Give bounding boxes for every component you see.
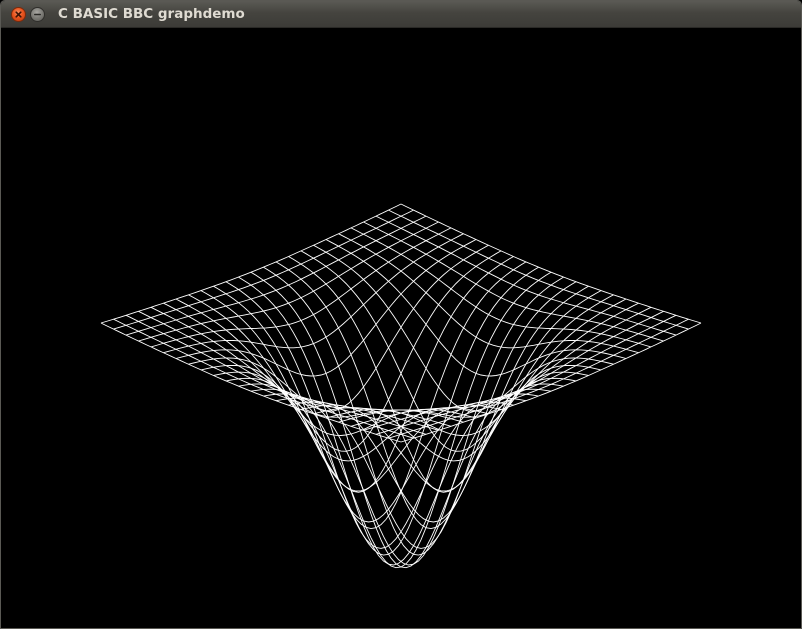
app-window: C BASIC BBC graphdemo: [0, 0, 802, 629]
close-button[interactable]: [11, 7, 26, 22]
titlebar[interactable]: C BASIC BBC graphdemo: [1, 1, 801, 28]
mesh-line-v-4: [350, 227, 652, 348]
mesh-line-u-23: [388, 318, 689, 439]
minimize-icon: [34, 13, 41, 16]
wireframe-mesh: [100, 203, 702, 569]
mesh-line-u-12: [250, 271, 552, 569]
close-icon: [15, 11, 22, 18]
wireframe-surface-plot: [100, 203, 702, 569]
mesh-line-v-0: [400, 203, 702, 324]
mesh-line-v-3: [363, 221, 664, 342]
window-title: C BASIC BBC graphdemo: [58, 6, 245, 22]
minimize-button[interactable]: [30, 7, 45, 22]
mesh-line-u-5: [163, 233, 464, 354]
mesh-line-v-5: [338, 233, 639, 354]
graphics-canvas: [1, 28, 801, 628]
mesh-line-v-23: [113, 318, 414, 439]
mesh-line-u-8: [200, 250, 502, 452]
mesh-line-u-0: [100, 203, 402, 324]
mesh-line-u-3: [138, 221, 439, 342]
mesh-line-v-8: [300, 250, 602, 452]
mesh-line-u-4: [150, 227, 452, 348]
mesh-line-v-24: [100, 322, 402, 443]
mesh-line-v-12: [250, 271, 552, 569]
mesh-line-u-24: [400, 322, 702, 443]
